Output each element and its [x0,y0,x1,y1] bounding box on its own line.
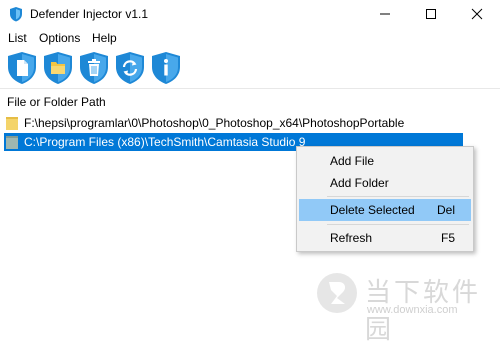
toolbar [0,48,500,89]
maximize-button[interactable] [408,0,454,28]
new-file-shield-icon [8,52,36,84]
info-button[interactable] [150,51,182,85]
title-bar: Defender Injector v1.1 [0,0,500,28]
trash-shield-icon [80,52,108,84]
menu-item-delete-selected[interactable]: Delete Selected Del [299,199,471,221]
menu-bar: List Options Help [0,28,500,48]
menu-item-shortcut: Del [436,203,455,217]
menu-item-label: Delete Selected [330,203,415,217]
minimize-icon [380,13,390,15]
menu-item-label: Add File [330,154,375,168]
delete-button[interactable] [78,51,110,85]
folder-shield-icon [44,52,72,84]
refresh-button[interactable] [114,51,146,85]
refresh-shield-icon [116,52,144,84]
menu-options[interactable]: Options [39,31,80,45]
app-shield-icon [10,7,22,22]
watermark-logo-icon [317,273,357,313]
menu-item-shortcut: F5 [440,231,455,245]
watermark-url: www.downxia.com [367,304,458,316]
menu-help[interactable]: Help [92,31,117,45]
menu-separator [327,224,469,225]
context-menu: Add File Add Folder Delete Selected Del … [296,146,474,252]
folder-icon [6,136,18,149]
menu-item-refresh[interactable]: Refresh F5 [299,227,471,249]
menu-separator [327,196,469,197]
window-title: Defender Injector v1.1 [30,7,149,21]
list-item[interactable]: F:\hepsi\programlar\0\Photoshop\0_Photos… [4,114,464,132]
close-icon [471,8,483,20]
list-item-path: C:\Program Files (x86)\TechSmith\Camtasi… [24,135,306,149]
watermark: 当下软件园 www.downxia.com [315,270,495,345]
menu-item-label: Refresh [330,231,373,245]
close-button[interactable] [454,0,500,28]
minimize-button[interactable] [362,0,408,28]
menu-item-label: Add Folder [330,176,389,190]
list-item-path: F:\hepsi\programlar\0\Photoshop\0_Photos… [24,116,405,130]
menu-item-add-file[interactable]: Add File [299,150,471,172]
menu-list[interactable]: List [8,31,27,45]
folder-icon [6,117,18,130]
menu-item-add-folder[interactable]: Add Folder [299,172,471,194]
maximize-icon [426,9,436,19]
new-file-button[interactable] [6,51,38,85]
info-shield-icon [152,52,180,84]
column-header-path[interactable]: File or Folder Path [7,95,106,109]
add-folder-button[interactable] [42,51,74,85]
